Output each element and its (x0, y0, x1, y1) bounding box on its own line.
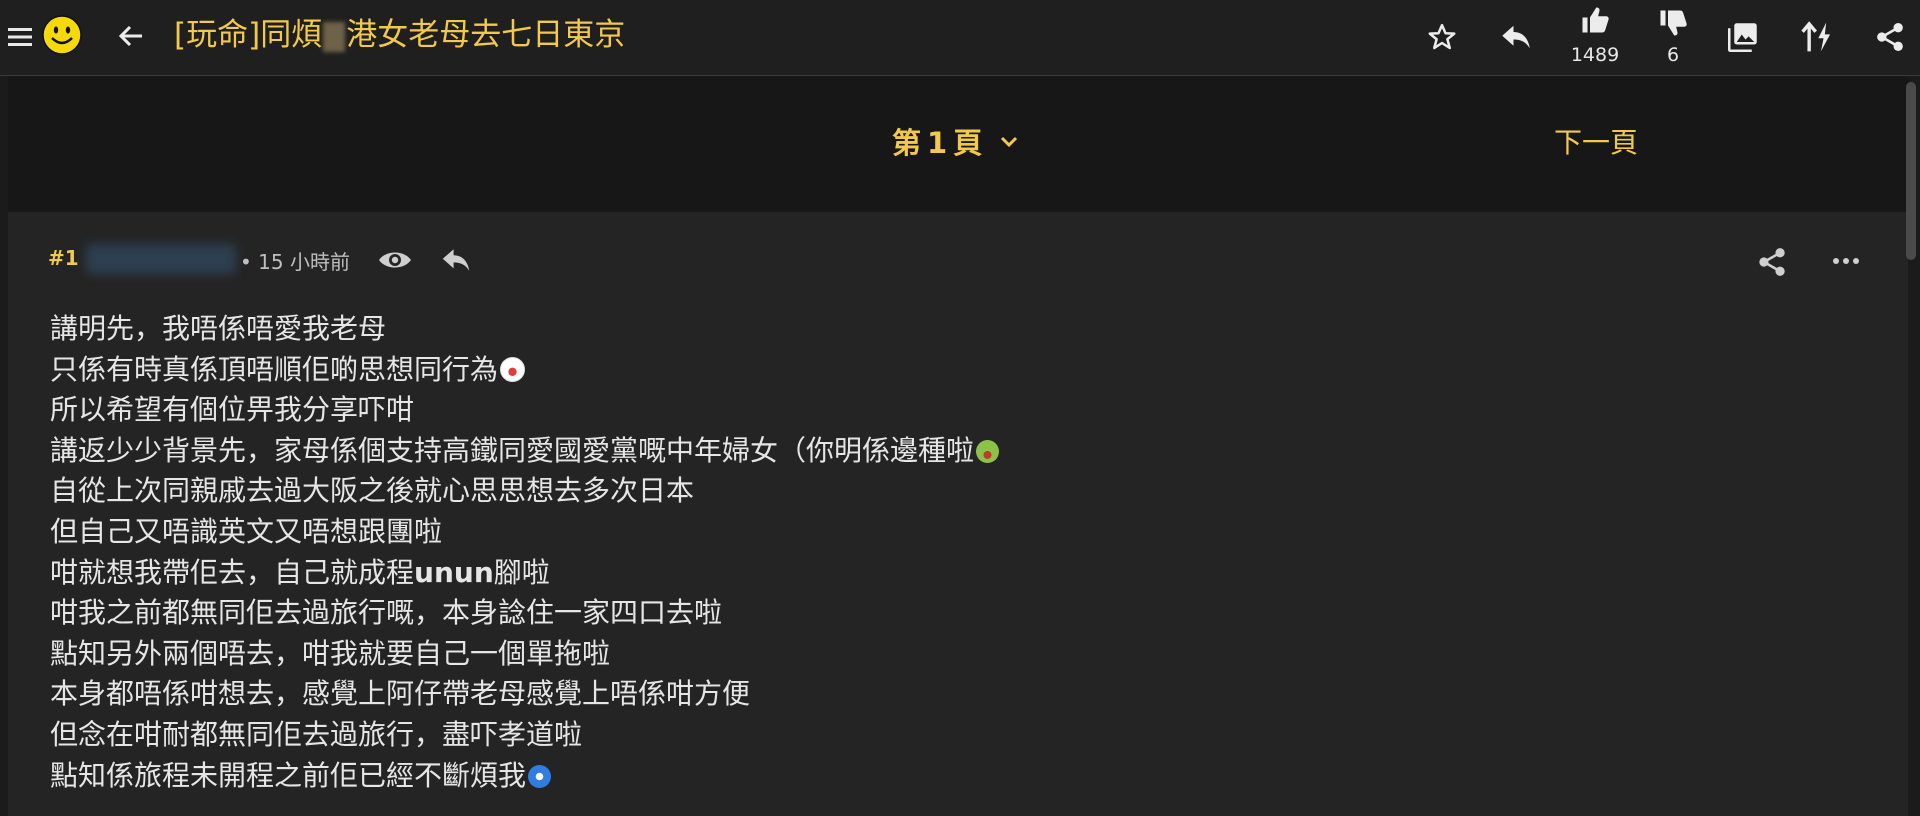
reply-icon[interactable] (1501, 24, 1531, 50)
body-line: 點知係旅程未開程之前佢已經不斷煩我 (50, 756, 999, 797)
post-card: #1 • 15 小時前 講明先，我唔係唔愛我老母 只係有時真係頂唔順佢啲思想同行… (8, 212, 1908, 816)
more-options-icon[interactable] (1832, 257, 1860, 265)
page-number: 1 (927, 126, 948, 160)
page-selector[interactable]: 第1頁 (892, 123, 1018, 163)
share-icon[interactable] (1876, 21, 1904, 53)
body-line-text: 講返少少背景先，家母係個支持高鐵同愛國愛黨嘅中年婦女（你明係邊種啦 (50, 433, 975, 467)
post-share-icon[interactable] (1758, 247, 1786, 277)
thumbs-down-icon[interactable] (1658, 8, 1688, 38)
body-line-bold: unun (414, 555, 494, 589)
body-line: 只係有時真係頂唔順佢啲思想同行為 (50, 350, 999, 391)
thumbs-up-icon[interactable] (1580, 5, 1610, 35)
body-line: 自從上次同親戚去過大阪之後就心思思想去多次日本 (50, 474, 695, 508)
body-line: 咁我之前都無同佢去過旅行嘅，本身諗住一家四口去啦 (50, 596, 723, 630)
clown-emoji-icon (500, 356, 526, 382)
eye-icon[interactable] (378, 249, 412, 271)
chevron-down-icon (1001, 136, 1018, 148)
images-icon[interactable] (1728, 22, 1758, 52)
quote-reply-icon[interactable] (441, 248, 471, 272)
body-line: 講返少少背景先，家母係個支持高鐵同愛國愛黨嘅中年婦女（你明係邊種啦 (50, 431, 1000, 472)
body-line-text: 點知係旅程未開程之前佢已經不斷煩我 (50, 758, 527, 792)
censored-character (323, 21, 346, 52)
body-line: 但念在咁耐都無同佢去過旅行，盡吓孝道啦 (50, 717, 583, 751)
body-line: 點知另外兩個唔去，咁我就要自己一個單拖啦 (50, 636, 611, 670)
star-icon[interactable] (1427, 22, 1457, 52)
sick-face-emoji-icon (976, 439, 1000, 463)
body-line-text: 咁就想我帶佢去，自己就成程 (50, 555, 415, 589)
page-navigation: 第1頁 下一頁 (8, 77, 1908, 212)
page-prefix: 第 (892, 126, 922, 160)
body-line: 但自己又唔識英文又唔想跟團啦 (50, 514, 443, 548)
post-number: #1 (48, 246, 79, 270)
scrollbar[interactable] (1906, 82, 1916, 260)
dizzy-face-emoji-icon (528, 764, 552, 788)
smiley-logo-icon[interactable] (42, 15, 82, 55)
title-suffix: 港女老母去七日東京 (346, 17, 626, 53)
body-line: 所以希望有個位畀我分享吓咁 (50, 393, 415, 427)
time-separator: • (240, 250, 252, 274)
time-text: 15 小時前 (258, 250, 350, 274)
post-body: 講明先，我唔係唔愛我老母 只係有時真係頂唔順佢啲思想同行為 所以希望有個位畀我分… (50, 309, 1000, 797)
body-line: 講明先，我唔係唔愛我老母 (50, 312, 387, 345)
username-redacted (86, 244, 236, 274)
thread-title: [玩命]同煩 港女老母去七日東京 (174, 14, 625, 56)
body-line: 本身都唔係咁想去，感覺上阿仔帶老母感覺上唔係咁方便 (50, 677, 751, 711)
top-bar: [玩命]同煩 港女老母去七日東京 1489 6 (0, 0, 1920, 76)
body-line-text: 只係有時真係頂唔順佢啲思想同行為 (50, 352, 499, 386)
title-prefix: [玩命]同煩 (174, 17, 323, 53)
page-suffix: 頁 (953, 126, 983, 160)
menu-icon[interactable] (8, 26, 32, 48)
sort-icon[interactable] (1801, 20, 1833, 54)
post-time: • 15 小時前 (240, 246, 350, 275)
body-line-tail: 腳啦 (493, 555, 550, 589)
back-arrow-icon[interactable] (118, 24, 144, 48)
body-line: 咁就想我帶佢去，自己就成程unun腳啦 (50, 553, 999, 594)
next-page-link[interactable]: 下一頁 (1554, 124, 1638, 162)
like-count: 1489 (1570, 44, 1620, 66)
dislike-count: 6 (1666, 44, 1680, 66)
